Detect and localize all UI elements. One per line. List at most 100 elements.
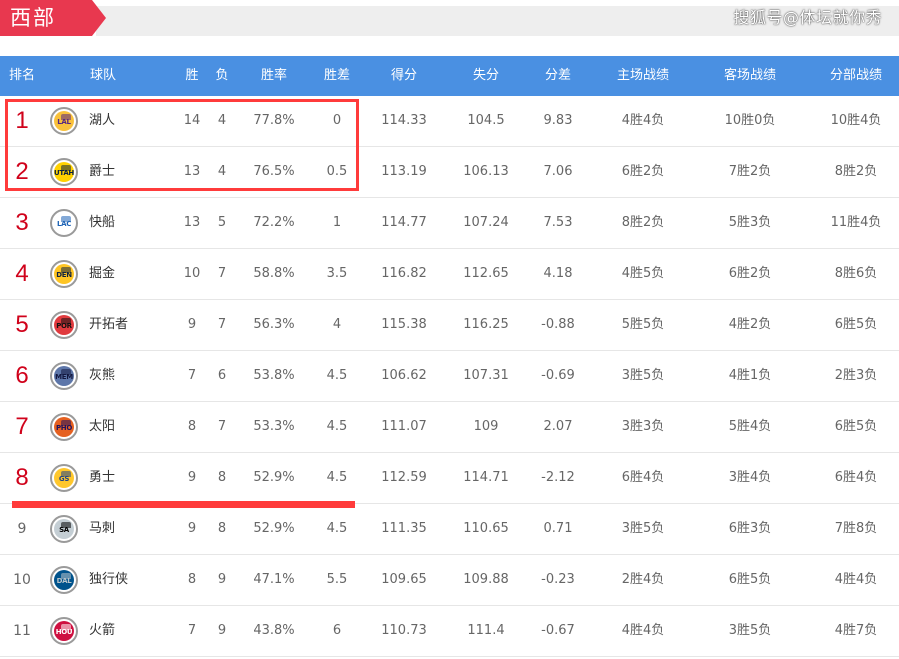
cell-points-against: 110.65 bbox=[463, 521, 509, 536]
cell-points-against: 114.71 bbox=[463, 470, 509, 485]
cell-away-record: 3胜4负 bbox=[728, 470, 772, 485]
cell-points-for: 111.07 bbox=[381, 419, 427, 434]
cell-wins: 8 bbox=[187, 572, 197, 587]
cell-points-for: 112.59 bbox=[381, 470, 427, 485]
cell-division-record: 7胜8负 bbox=[834, 521, 878, 536]
col-rank[interactable]: 排名 bbox=[9, 56, 35, 96]
team-logo-icon: DEN bbox=[50, 260, 78, 288]
watermark-text: 搜狐号@体坛就你秀 bbox=[733, 8, 882, 27]
cell-games-behind: 4.5 bbox=[326, 521, 348, 536]
cell-points-for: 113.19 bbox=[381, 164, 427, 179]
cell-losses: 7 bbox=[217, 317, 227, 332]
cell-away-record: 6胜3负 bbox=[728, 521, 772, 536]
conference-tab[interactable]: 西部 bbox=[0, 0, 106, 36]
team-name[interactable]: 独行侠 bbox=[89, 555, 128, 605]
rank-number: 7 bbox=[15, 413, 29, 440]
col-points-against[interactable]: 失分 bbox=[473, 56, 499, 96]
cell-games-behind: 4.5 bbox=[326, 368, 348, 383]
cell-away-record: 3胜5负 bbox=[728, 623, 772, 638]
cell-home-record: 3胜5负 bbox=[621, 521, 665, 536]
table-row[interactable]: 8 GS 勇士 9 8 52.9% 4.5 112.59 114.71 -2.12 6胜4负 3胜4负… bbox=[0, 453, 899, 504]
rank-number: 10 bbox=[13, 572, 31, 588]
cell-home-record: 8胜2负 bbox=[621, 215, 665, 230]
cell-win-pct: 72.2% bbox=[253, 215, 295, 230]
team-name[interactable]: 勇士 bbox=[89, 453, 115, 503]
team-logo-icon: POR bbox=[50, 311, 78, 339]
cell-home-record: 4胜4负 bbox=[621, 113, 665, 128]
col-division-record[interactable]: 分部战绩 bbox=[830, 56, 882, 96]
cell-away-record: 5胜3负 bbox=[728, 215, 772, 230]
cell-away-record: 7胜2负 bbox=[728, 164, 772, 179]
table-row[interactable]: 4 DEN 掘金 10 7 58.8% 3.5 116.82 112.65 4.18 4胜5负 6胜2… bbox=[0, 249, 899, 300]
cell-wins: 7 bbox=[187, 368, 197, 383]
table-row[interactable]: 11 HOU 火箭 7 9 43.8% 6 110.73 111.4 -0.67 4胜4负 3胜5负 4… bbox=[0, 606, 899, 657]
table-row[interactable]: 3 LAC 快船 13 5 72.2% 1 114.77 107.24 7.53 8胜2负 5胜3负 1… bbox=[0, 198, 899, 249]
cell-away-record: 6胜2负 bbox=[728, 266, 772, 281]
cell-home-record: 6胜4负 bbox=[621, 470, 665, 485]
col-wins[interactable]: 胜 bbox=[185, 56, 198, 96]
cell-points-for: 114.33 bbox=[381, 113, 427, 128]
standings-header: 排名 球队 胜 负 胜率 胜差 得分 失分 分差 主场战绩 客场战绩 分部战绩 bbox=[0, 56, 899, 96]
cell-division-record: 4胜7负 bbox=[834, 623, 878, 638]
cell-losses: 7 bbox=[217, 266, 227, 281]
team-logo-icon: PHO bbox=[50, 413, 78, 441]
cell-away-record: 4胜1负 bbox=[728, 368, 772, 383]
cell-games-behind: 4.5 bbox=[326, 470, 348, 485]
team-name[interactable]: 马刺 bbox=[89, 504, 115, 554]
team-name[interactable]: 太阳 bbox=[89, 402, 115, 452]
team-logo-text: SA bbox=[59, 526, 69, 534]
col-away-record[interactable]: 客场战绩 bbox=[724, 56, 776, 96]
cell-wins: 13 bbox=[183, 215, 201, 230]
cell-points-against: 112.65 bbox=[463, 266, 509, 281]
team-name[interactable]: 开拓者 bbox=[89, 300, 128, 350]
team-name[interactable]: 火箭 bbox=[89, 606, 115, 656]
team-logo-icon: LAC bbox=[50, 209, 78, 237]
col-games-behind[interactable]: 胜差 bbox=[324, 56, 350, 96]
col-win-pct[interactable]: 胜率 bbox=[261, 56, 287, 96]
rank-number: 8 bbox=[15, 464, 29, 491]
conference-title: 西部 bbox=[10, 6, 56, 30]
cell-win-pct: 52.9% bbox=[253, 470, 295, 485]
cell-point-diff: -2.12 bbox=[541, 470, 575, 485]
col-point-diff[interactable]: 分差 bbox=[545, 56, 571, 96]
cell-games-behind: 3.5 bbox=[326, 266, 348, 281]
table-row[interactable]: 9 SA 马刺 9 8 52.9% 4.5 111.35 110.65 0.71 3胜5负 6胜3负 7… bbox=[0, 504, 899, 555]
cell-games-behind: 5.5 bbox=[326, 572, 348, 587]
cell-division-record: 11胜4负 bbox=[830, 215, 882, 230]
team-logo-text: PHO bbox=[55, 424, 73, 432]
cell-games-behind: 4.5 bbox=[326, 419, 348, 434]
rank-number: 4 bbox=[15, 260, 29, 287]
cell-point-diff: 4.18 bbox=[543, 266, 573, 281]
cell-points-against: 107.31 bbox=[463, 368, 509, 383]
table-row[interactable]: 10 DAL 独行侠 8 9 47.1% 5.5 109.65 109.88 -0.23 2胜4负 6… bbox=[0, 555, 899, 606]
cell-win-pct: 43.8% bbox=[253, 623, 295, 638]
cell-point-diff: 0.71 bbox=[543, 521, 573, 536]
cell-losses: 8 bbox=[217, 521, 227, 536]
cell-away-record: 10胜0负 bbox=[724, 113, 776, 128]
cell-wins: 9 bbox=[187, 317, 197, 332]
table-row[interactable]: 7 PHO 太阳 8 7 53.3% 4.5 111.07 109 2.07 3胜3负 5胜4负 6胜5… bbox=[0, 402, 899, 453]
team-logo-icon: DAL bbox=[50, 566, 78, 594]
table-row[interactable]: 6 MEM 灰熊 7 6 53.8% 4.5 106.62 107.31 -0.69 3胜5负 4胜1… bbox=[0, 351, 899, 402]
top-two-highlight-box bbox=[5, 99, 359, 191]
playoff-cutoff-line bbox=[12, 501, 355, 508]
table-row[interactable]: 5 POR 开拓者 9 7 56.3% 4 115.38 116.25 -0.88 5胜5负 4胜2负… bbox=[0, 300, 899, 351]
cell-division-record: 10胜4负 bbox=[830, 113, 882, 128]
cell-points-against: 109 bbox=[473, 419, 499, 434]
col-losses[interactable]: 负 bbox=[215, 56, 228, 96]
team-name[interactable]: 掘金 bbox=[89, 249, 115, 299]
team-logo-icon: HOU bbox=[50, 617, 78, 645]
col-home-record[interactable]: 主场战绩 bbox=[617, 56, 669, 96]
team-name[interactable]: 快船 bbox=[89, 198, 115, 248]
team-logo-icon: MEM bbox=[50, 362, 78, 390]
cell-point-diff: 7.06 bbox=[543, 164, 573, 179]
col-team[interactable]: 球队 bbox=[90, 56, 116, 96]
cell-win-pct: 53.3% bbox=[253, 419, 295, 434]
cell-home-record: 5胜5负 bbox=[621, 317, 665, 332]
cell-point-diff: 2.07 bbox=[543, 419, 573, 434]
cell-losses: 6 bbox=[217, 368, 227, 383]
col-points-for[interactable]: 得分 bbox=[391, 56, 417, 96]
team-name[interactable]: 灰熊 bbox=[89, 351, 115, 401]
cell-losses: 9 bbox=[217, 623, 227, 638]
cell-games-behind: 6 bbox=[332, 623, 342, 638]
